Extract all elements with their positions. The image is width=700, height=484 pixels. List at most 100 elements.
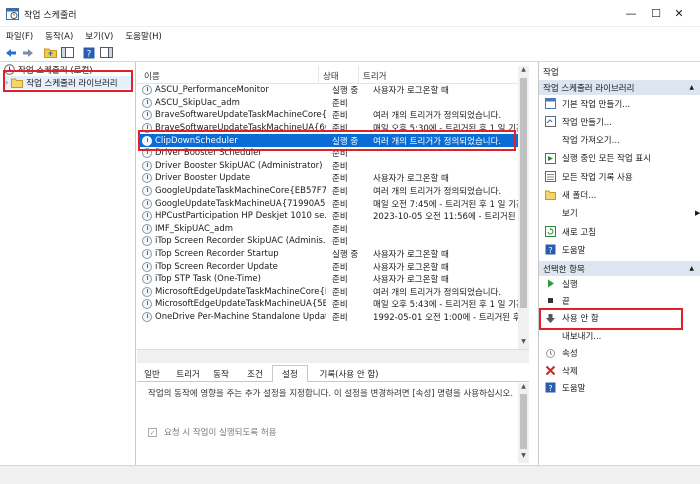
new-folder-icon	[545, 190, 556, 201]
table-row[interactable]: GoogleUpdateTaskMachineCore{EB57F7... 준비 여…	[140, 185, 520, 198]
action-item[interactable]: 모든 작업 기록 사용	[545, 169, 633, 184]
task-list-scrollbar[interactable]: ▲ ▼	[518, 66, 529, 349]
task-name: OneDrive Per-Machine Standalone Update..…	[155, 312, 326, 323]
table-row[interactable]: OneDrive Per-Machine Standalone Update..…	[140, 311, 520, 324]
table-row[interactable]: Driver Booster Scheduler 준비	[140, 147, 520, 160]
table-row[interactable]: MicrosoftEdgeUpdateTaskMachineCore{E... 준…	[140, 286, 520, 299]
action-item[interactable]: 기본 작업 만들기...	[545, 96, 630, 111]
menu-view[interactable]: 보기(V)	[85, 30, 113, 42]
task-name: ClipDownScheduler	[155, 135, 238, 146]
task-status: 실행 중	[332, 136, 359, 147]
tab-triggers[interactable]: 트리거	[170, 367, 206, 381]
import-task-icon	[545, 135, 556, 146]
menu-help[interactable]: 도움말(H)	[125, 30, 161, 42]
task-name: ASCU_SkipUac_adm	[155, 97, 240, 108]
action-label: 끝	[562, 296, 570, 307]
scrollbar-thumb[interactable]	[520, 78, 527, 308]
scroll-down-icon[interactable]: ▼	[518, 452, 529, 462]
scroll-up-icon[interactable]: ▲	[518, 66, 529, 76]
column-header-name[interactable]: 이름	[144, 70, 160, 84]
table-row[interactable]: Driver Booster SkipUAC (Administrator) 준비	[140, 160, 520, 173]
checkbox[interactable]: ✓	[148, 427, 157, 437]
collapse-icon[interactable]: ▲	[689, 265, 694, 272]
collapse-icon[interactable]: ▲	[689, 84, 694, 91]
column-header-status[interactable]: 상태	[323, 70, 339, 84]
table-row[interactable]: iTop Screen Recorder Startup 실행 중 사용자가 로그온…	[140, 248, 520, 261]
task-status: 실행 중	[332, 250, 359, 261]
action-item[interactable]: 보기 ▶	[545, 206, 700, 221]
scroll-up-icon[interactable]: ▲	[518, 383, 529, 393]
tab-actions[interactable]: 동작	[206, 367, 236, 381]
table-row[interactable]: BraveSoftwareUpdateTaskMachineUA{60... 준비…	[140, 122, 520, 135]
expand-chevron-icon[interactable]: ›	[5, 78, 8, 87]
action-item[interactable]: 삭제	[545, 363, 578, 378]
action-label: 기본 작업 만들기...	[562, 99, 631, 110]
table-row[interactable]: iTop Screen Recorder SkipUAC (Adminis...…	[140, 235, 520, 248]
scroll-down-icon[interactable]: ▼	[518, 338, 529, 348]
task-clock-icon	[142, 249, 152, 260]
task-name: iTop STP Task (One-Time)	[155, 274, 261, 285]
task-clock-icon	[142, 173, 152, 184]
action-item[interactable]: 실행	[545, 276, 578, 291]
table-row[interactable]: iTop Screen Recorder Update 준비 사용자가 로그온할 때	[140, 260, 520, 273]
help-book-icon[interactable]: ?	[82, 46, 96, 59]
action-label: 실행 중인 모든 작업 표시	[562, 154, 652, 165]
task-status: 준비	[332, 161, 348, 172]
column-header-trigger[interactable]: 트리거	[363, 70, 386, 84]
table-row[interactable]: iTop STP Task (One-Time) 준비 사용자가 로그온할 때	[140, 273, 520, 286]
action-label: 보기	[562, 209, 578, 220]
tree-item-library[interactable]: › 작업 스케줄러 라이브러리	[5, 76, 131, 89]
show-action-pane-icon[interactable]	[99, 46, 113, 59]
action-item[interactable]: 끝	[545, 293, 570, 308]
table-row[interactable]: MicrosoftEdgeUpdateTaskMachineUA{5B... 준비…	[140, 298, 520, 311]
column-divider[interactable]	[358, 66, 359, 84]
run-icon	[545, 278, 556, 289]
forward-arrow-icon[interactable]	[21, 46, 35, 59]
up-folder-icon[interactable]	[43, 46, 57, 59]
actions-section-library[interactable]: 작업 스케줄러 라이브러리 ▲	[539, 80, 700, 95]
tab-history[interactable]: 기록(사용 안 함)	[312, 367, 386, 381]
tree-root[interactable]: 작업 스케줄러 (로컬)	[4, 63, 93, 76]
action-item[interactable]: 새 폴더...	[545, 188, 596, 203]
task-status: 준비	[332, 287, 348, 298]
tab-general[interactable]: 일반	[140, 367, 164, 381]
action-item[interactable]: ? 도움말	[545, 242, 585, 257]
properties-icon	[545, 348, 556, 359]
splitter[interactable]	[137, 349, 529, 363]
task-status: 준비	[332, 300, 348, 311]
action-item[interactable]: 새로 고침	[545, 224, 596, 239]
action-item[interactable]: 작업 만들기...	[545, 114, 612, 129]
back-arrow-icon[interactable]	[4, 46, 18, 59]
table-row[interactable]: IMF_SkipUAC_adm 준비	[140, 223, 520, 236]
action-label: 도움말	[562, 383, 586, 394]
menu-action[interactable]: 동작(A)	[45, 30, 73, 42]
menu-file[interactable]: 파일(F)	[6, 30, 33, 42]
settings-scrollbar[interactable]: ▲ ▼	[518, 383, 529, 463]
tree-root-label: 작업 스케줄러 (로컬)	[18, 65, 93, 76]
tab-conditions[interactable]: 조건	[240, 367, 270, 381]
task-clock-icon	[142, 286, 152, 297]
tab-settings[interactable]: 설정	[272, 365, 308, 382]
action-item[interactable]: 내보내기...	[545, 328, 601, 343]
action-item[interactable]: 실행 중인 모든 작업 표시	[545, 151, 651, 166]
scrollbar-thumb[interactable]	[520, 394, 527, 449]
action-item[interactable]: 작업 가져오기...	[545, 133, 620, 148]
table-row[interactable]: GoogleUpdateTaskMachineUA{71990A5... 준비 매일…	[140, 197, 520, 210]
task-trigger: 매일 오후 5:43에 - 트리거된 후 1 일 기간 동안	[373, 300, 520, 311]
checkbox-label: 요청 시 작업이 실행되도록 허용	[164, 428, 277, 438]
submenu-arrow-icon: ▶	[695, 209, 700, 218]
column-divider[interactable]	[318, 66, 319, 84]
table-row[interactable]: Driver Booster Update 준비 사용자가 로그온할 때	[140, 172, 520, 185]
close-button[interactable]: ✕	[658, 0, 700, 27]
action-item[interactable]: 사용 안 함	[545, 311, 599, 326]
table-row[interactable]: BraveSoftwareUpdateTaskMachineCore{C... 준…	[140, 109, 520, 122]
table-row[interactable]: HPCustParticipation HP Deskjet 1010 se..…	[140, 210, 520, 223]
table-row[interactable]: ASCU_SkipUac_adm 준비	[140, 97, 520, 110]
action-item[interactable]: ? 도움말	[545, 380, 585, 395]
table-row[interactable]: ASCU_PerformanceMonitor 실행 중 사용자가 로그온할 때	[140, 84, 520, 97]
task-status: 준비	[332, 237, 348, 248]
action-item[interactable]: 속성	[545, 346, 578, 361]
actions-section-selected[interactable]: 선택한 항목 ▲	[539, 261, 700, 276]
show-hide-console-tree-icon[interactable]	[60, 46, 74, 59]
table-row[interactable]: ClipDownScheduler 실행 중 여러 개의 트리거가 정의되었습니다.	[140, 134, 520, 147]
